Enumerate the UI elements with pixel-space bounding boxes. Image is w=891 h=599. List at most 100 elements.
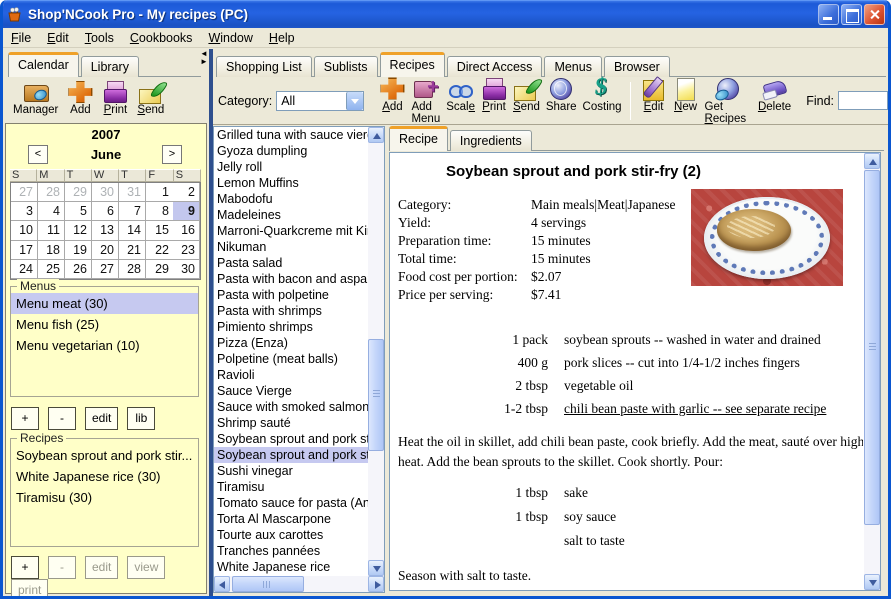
toolbar-button[interactable]: Add: [64, 79, 96, 123]
scroll-up-icon[interactable]: [864, 153, 880, 169]
menu-item[interactable]: Edit: [39, 29, 77, 47]
recipe-row[interactable]: Mabodofu: [214, 191, 368, 207]
recipe-row[interactable]: Nikuman: [214, 239, 368, 255]
calendar-day[interactable]: 15: [146, 221, 173, 240]
scroll-thumb[interactable]: [864, 170, 880, 525]
toolbar-button[interactable]: Scale: [443, 76, 478, 114]
scroll-down-icon[interactable]: [864, 574, 880, 590]
recipe-row[interactable]: Pimiento shrimps: [214, 319, 368, 335]
calendar-day[interactable]: 13: [92, 221, 119, 240]
menu-item[interactable]: Tools: [77, 29, 122, 47]
recipe-row[interactable]: Sushi vinegar: [214, 463, 368, 479]
menu-item[interactable]: File: [3, 29, 39, 47]
scroll-up-icon[interactable]: [368, 127, 384, 143]
scroll-down-icon[interactable]: [368, 560, 384, 576]
calendar-day[interactable]: 23: [173, 241, 200, 260]
recipes-action-button[interactable]: edit: [85, 556, 118, 579]
calendar-day[interactable]: 28: [38, 183, 65, 202]
recipes-action-button[interactable]: +: [11, 556, 39, 579]
splitter-collapse-icon[interactable]: ◄►: [199, 50, 209, 66]
calendar-day[interactable]: 26: [65, 260, 92, 279]
menu-list-item[interactable]: Menu vegetarian (10): [11, 335, 198, 356]
calendar-day[interactable]: 3: [11, 202, 38, 221]
recipe-row[interactable]: Pasta with bacon and asparagus: [214, 271, 368, 287]
recipe-row[interactable]: Pasta with polpetine: [214, 287, 368, 303]
main-tab[interactable]: Browser: [604, 56, 670, 77]
main-tab[interactable]: Shopping List: [216, 56, 312, 77]
toolbar-button[interactable]: Get Recipes: [702, 76, 755, 126]
toolbar-button[interactable]: Edit: [638, 76, 670, 114]
main-tab[interactable]: Direct Access: [447, 56, 543, 77]
main-tab[interactable]: Recipes: [380, 52, 445, 77]
list-vertical-scrollbar[interactable]: [368, 127, 384, 576]
ingredient-text[interactable]: vegetable oil: [564, 374, 633, 397]
calendar-day[interactable]: 11: [38, 221, 65, 240]
recipe-row[interactable]: Shrimp sauté: [214, 415, 368, 431]
calendar-day[interactable]: 18: [38, 241, 65, 260]
menus-action-button[interactable]: +: [11, 407, 39, 430]
calendar-day[interactable]: 10: [11, 221, 38, 240]
maximize-button[interactable]: [841, 4, 862, 25]
recipe-row[interactable]: Pizza (Enza): [214, 335, 368, 351]
recipe-row[interactable]: Grilled tuna with sauce vierge: [214, 127, 368, 143]
menu-list-item[interactable]: Menu fish (25): [11, 314, 198, 335]
calendar-day[interactable]: 6: [92, 202, 119, 221]
menus-action-button[interactable]: lib: [127, 407, 155, 430]
recipe-row[interactable]: White Japanese rice: [214, 559, 368, 575]
toolbar-button[interactable]: Send: [134, 79, 167, 123]
calendar-day[interactable]: 5: [65, 202, 92, 221]
calendar-day[interactable]: 29: [65, 183, 92, 202]
list-horizontal-scrollbar[interactable]: [214, 576, 384, 592]
calendar-day[interactable]: 8: [146, 202, 173, 221]
scroll-left-icon[interactable]: [214, 576, 230, 592]
toolbar-button[interactable]: Add Menu: [408, 76, 443, 126]
recipe-row[interactable]: Madeleines: [214, 207, 368, 223]
menu-item[interactable]: Help: [261, 29, 303, 47]
menu-item[interactable]: Cookbooks: [122, 29, 201, 47]
calendar-day[interactable]: 7: [119, 202, 146, 221]
recipe-row[interactable]: Ravioli: [214, 367, 368, 383]
calendar-day[interactable]: 27: [11, 183, 38, 202]
toolbar-button[interactable]: Costing: [580, 76, 625, 114]
recipes-action-button[interactable]: view: [127, 556, 165, 579]
detail-tab[interactable]: Ingredients: [450, 130, 532, 151]
recipe-row[interactable]: Sauce Vierge: [214, 383, 368, 399]
main-tab[interactable]: Sublists: [314, 56, 378, 77]
scroll-right-icon[interactable]: [368, 576, 384, 592]
menus-action-button[interactable]: edit: [85, 407, 118, 430]
toolbar-button[interactable]: Print: [478, 76, 510, 114]
menu-item[interactable]: Window: [200, 29, 260, 47]
recipe-list-item[interactable]: White Japanese rice (30): [11, 466, 198, 487]
recipe-row[interactable]: Polpetine (meat balls): [214, 351, 368, 367]
toolbar-button[interactable]: Print: [99, 79, 131, 123]
find-input[interactable]: [838, 91, 888, 110]
recipe-row[interactable]: Sauce with smoked salmon: [214, 399, 368, 415]
toolbar-button[interactable]: Manager: [10, 79, 61, 123]
calendar-day[interactable]: 28: [119, 260, 146, 279]
recipe-row[interactable]: Torta Al Mascarpone: [214, 511, 368, 527]
recipe-row[interactable]: Jelly roll: [214, 159, 368, 175]
calendar-day[interactable]: 2: [173, 183, 200, 202]
calendar-day[interactable]: 17: [11, 241, 38, 260]
recipes-action-button[interactable]: print: [11, 579, 48, 599]
detail-tab[interactable]: Recipe: [389, 126, 448, 151]
ingredient-text[interactable]: soybean sprouts -- washed in water and d…: [564, 328, 821, 351]
calendar-day[interactable]: 19: [65, 241, 92, 260]
recipe-row[interactable]: Pasta salad: [214, 255, 368, 271]
calendar-day[interactable]: 9: [173, 202, 200, 221]
recipe-row[interactable]: Pasta with shrimps: [214, 303, 368, 319]
recipes-action-button[interactable]: -: [48, 556, 76, 579]
calendar-day[interactable]: 24: [11, 260, 38, 279]
calendar-day[interactable]: 14: [119, 221, 146, 240]
recipe-row[interactable]: Soybean sprout and pork stir-fry: [214, 431, 368, 447]
recipe-list-item[interactable]: Soybean sprout and pork stir...: [11, 445, 198, 466]
calendar-day[interactable]: 1: [146, 183, 173, 202]
calendar-day[interactable]: 16: [173, 221, 200, 240]
scroll-thumb[interactable]: [232, 576, 304, 592]
recipe-row[interactable]: Lemon Muffins: [214, 175, 368, 191]
recipe-row[interactable]: Gyoza dumpling: [214, 143, 368, 159]
recipe-row[interactable]: Tranches pannées: [214, 543, 368, 559]
chevron-down-icon[interactable]: [346, 92, 363, 110]
recipe-row[interactable]: Marroni-Quarkcreme mit Kirschen: [214, 223, 368, 239]
recipe-row[interactable]: Tiramisu: [214, 479, 368, 495]
